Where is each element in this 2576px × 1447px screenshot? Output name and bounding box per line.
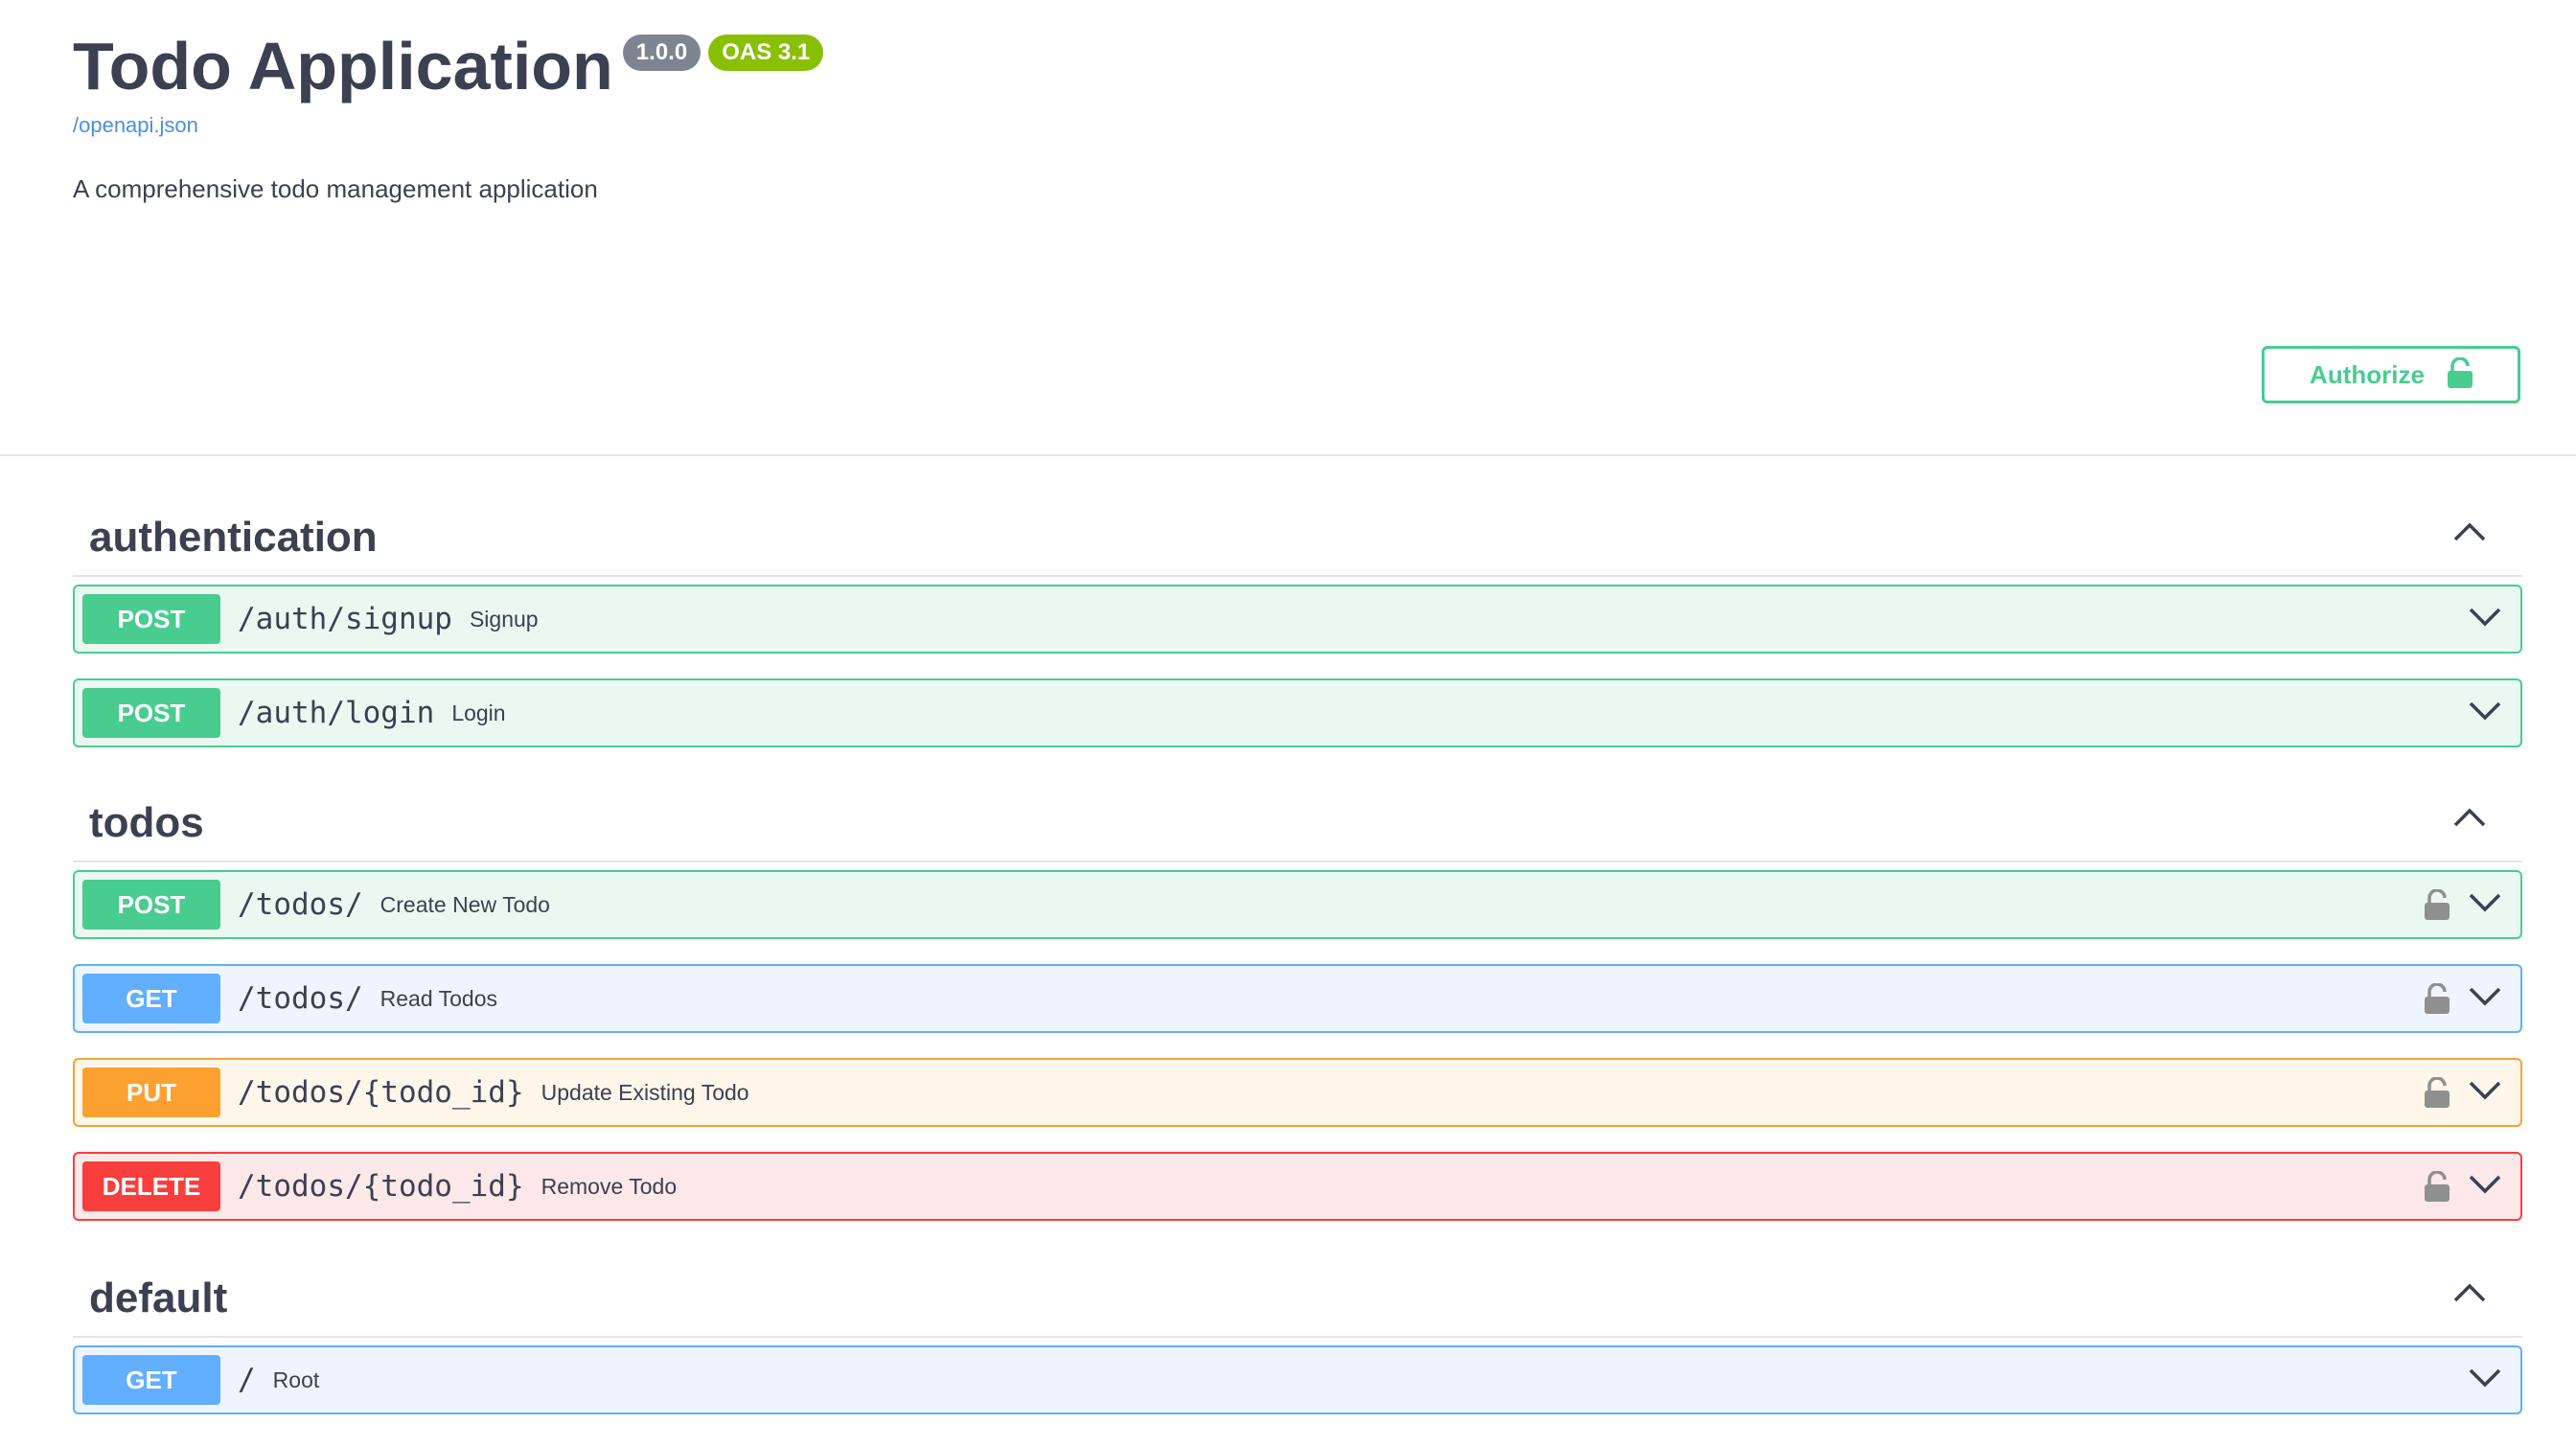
operation-controls [2425,872,2501,937]
operation-post-auth-login[interactable]: POST /auth/login Login [73,678,2522,747]
operation-controls [2469,1347,2501,1413]
operation-path: /auth/login [238,696,435,730]
chevron-down-icon[interactable] [2469,701,2501,726]
operation-path: / [238,1363,256,1397]
method-badge: GET [82,974,220,1023]
method-badge: PUT [82,1068,220,1117]
tag-name: authentication [89,514,378,561]
operation-summary: Create New Todo [380,891,550,917]
title-row: Todo Application 1.0.0 OAS 3.1 [73,23,824,109]
operation-controls [2425,966,2501,1031]
page-title: Todo Application [73,29,613,103]
operation-summary: Login [451,700,506,725]
operation-controls [2425,1154,2501,1219]
padlock-icon[interactable] [2425,1171,2450,1202]
operation-put-todo[interactable]: PUT /todos/{todo_id} Update Existing Tod… [73,1058,2522,1127]
operation-path: /todos/ [238,981,363,1016]
padlock-icon[interactable] [2425,983,2450,1014]
operation-controls [2469,680,2501,746]
tag-section-authentication: authentication POST /auth/signup Signup … [73,496,2522,747]
tag-name: default [89,1275,228,1321]
operation-summary: Signup [469,606,539,632]
chevron-up-icon[interactable] [2453,1282,2486,1308]
tag-header-authentication[interactable]: authentication [73,496,2522,577]
operation-get-todos[interactable]: GET /todos/ Read Todos [73,964,2522,1033]
operation-path: /todos/ [238,887,363,922]
tag-section-todos: todos POST /todos/ Create New Todo GET /… [73,782,2522,1221]
operation-path: /todos/{todo_id} [238,1169,524,1204]
operation-summary: Read Todos [380,985,497,1011]
operation-summary: Remove Todo [540,1173,678,1199]
oas-badge: OAS 3.1 [708,34,824,71]
authorize-button[interactable]: Authorize [2262,346,2520,403]
unlocked-padlock-icon [2447,356,2472,393]
operation-get-root[interactable]: GET / Root [73,1345,2522,1414]
tag-header-todos[interactable]: todos [73,782,2522,862]
method-badge: POST [82,594,220,644]
chevron-down-icon[interactable] [2469,1367,2501,1393]
chevron-up-icon[interactable] [2453,807,2486,833]
authorize-button-label: Authorize [2310,359,2425,389]
operation-post-auth-signup[interactable]: POST /auth/signup Signup [73,585,2522,654]
api-description: A comprehensive todo management applicat… [73,174,598,203]
operation-path: /todos/{todo_id} [238,1075,524,1110]
chevron-down-icon[interactable] [2469,892,2501,918]
chevron-down-icon[interactable] [2469,1174,2501,1200]
method-badge: DELETE [82,1161,220,1211]
method-badge: POST [82,880,220,930]
api-info-header: Todo Application 1.0.0 OAS 3.1 /openapi.… [0,0,2576,456]
chevron-down-icon[interactable] [2469,986,2501,1012]
tag-name: todos [89,799,204,846]
chevron-up-icon[interactable] [2453,521,2486,547]
operation-controls [2425,1060,2501,1125]
version-badge: 1.0.0 [622,34,702,71]
tag-section-default: default GET / Root [73,1257,2522,1414]
operation-summary: Root [272,1367,320,1392]
method-badge: GET [82,1355,220,1405]
method-badge: POST [82,688,220,738]
padlock-icon[interactable] [2425,889,2450,920]
operation-post-todos[interactable]: POST /todos/ Create New Todo [73,870,2522,939]
operation-delete-todo[interactable]: DELETE /todos/{todo_id} Remove Todo [73,1152,2522,1221]
operation-summary: Update Existing Todo [540,1079,749,1105]
openapi-spec-link[interactable]: /openapi.json [73,113,198,138]
operation-controls [2469,586,2501,652]
tag-header-default[interactable]: default [73,1257,2522,1338]
operation-path: /auth/signup [238,602,452,636]
padlock-icon[interactable] [2425,1077,2450,1108]
chevron-down-icon[interactable] [2469,1080,2501,1106]
chevron-down-icon[interactable] [2469,607,2501,632]
